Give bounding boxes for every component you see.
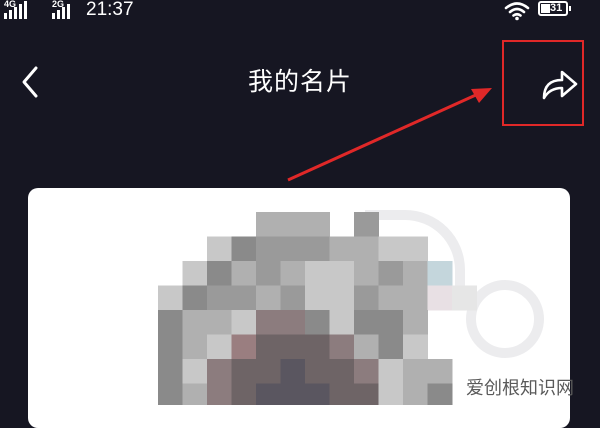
avatar-pixel xyxy=(403,334,428,360)
avatar-pixel xyxy=(231,334,257,360)
avatar-pixel xyxy=(280,212,306,237)
avatar-pixel xyxy=(305,334,330,360)
avatar-pixel xyxy=(231,236,257,262)
avatar-pixel xyxy=(231,383,257,405)
avatar-pixel xyxy=(329,310,355,335)
avatar-pixel xyxy=(403,359,428,384)
avatar-pixel xyxy=(354,310,379,335)
avatar-pixel xyxy=(256,334,281,360)
avatar-pixel xyxy=(378,359,404,384)
avatar-pixel xyxy=(256,261,281,286)
avatar-pixel xyxy=(354,383,379,405)
avatar-pixel xyxy=(280,334,306,360)
avatar-pixel xyxy=(280,236,306,262)
avatar-pixel xyxy=(329,261,355,286)
avatar-pixel xyxy=(378,383,404,405)
avatar-pixel xyxy=(403,383,428,405)
pixelated-avatar xyxy=(158,212,477,405)
avatar-pixel xyxy=(354,236,379,262)
avatar-pixel xyxy=(280,285,306,311)
avatar-pixel xyxy=(158,310,183,335)
avatar-pixel xyxy=(280,261,306,286)
avatar-pixel xyxy=(354,261,379,286)
avatar-pixel xyxy=(329,236,355,262)
avatar-pixel xyxy=(403,261,428,286)
avatar-pixel xyxy=(182,383,208,405)
avatar-pixel xyxy=(158,383,183,405)
avatar-pixel xyxy=(427,359,453,384)
avatar-pixel xyxy=(256,359,281,384)
avatar-pixel xyxy=(427,383,453,405)
avatar-pixel xyxy=(256,236,281,262)
avatar-pixel xyxy=(182,334,208,360)
avatar-pixel xyxy=(305,310,330,335)
avatar-pixel xyxy=(207,383,232,405)
avatar-pixel xyxy=(354,334,379,360)
avatar-pixel xyxy=(329,383,355,405)
avatar-pixel xyxy=(207,359,232,384)
avatar-pixel xyxy=(231,359,257,384)
avatar-pixel xyxy=(280,310,306,335)
avatar-pixel xyxy=(354,212,379,237)
avatar-pixel xyxy=(207,310,232,335)
avatar-pixel xyxy=(256,285,281,311)
avatar-pixel xyxy=(207,261,232,286)
avatar-pixel xyxy=(256,310,281,335)
avatar-pixel xyxy=(231,261,257,286)
avatar-pixel xyxy=(158,334,183,360)
avatar-pixel xyxy=(280,359,306,384)
avatar-pixel xyxy=(403,285,428,311)
avatar-pixel xyxy=(256,212,281,237)
avatar-pixel xyxy=(207,236,232,262)
avatar-pixel xyxy=(182,285,208,311)
avatar-pixel xyxy=(427,261,453,286)
avatar-pixel xyxy=(207,285,232,311)
avatar-pixel xyxy=(305,383,330,405)
avatar-pixel xyxy=(329,285,355,311)
avatar-pixel xyxy=(182,359,208,384)
avatar-pixel xyxy=(452,285,477,311)
avatar-pixel xyxy=(256,383,281,405)
avatar-pixel xyxy=(207,334,232,360)
avatar-pixel xyxy=(378,334,404,360)
avatar-pixel xyxy=(158,359,183,384)
avatar-pixel xyxy=(305,285,330,311)
avatar-pixel xyxy=(329,334,355,360)
avatar-pixel xyxy=(378,285,404,311)
avatar-pixel xyxy=(427,285,453,311)
avatar-pixel xyxy=(403,310,428,335)
avatar-pixel xyxy=(305,261,330,286)
watermark: 爱创根知识网 xyxy=(466,378,574,398)
avatar-pixel xyxy=(305,236,330,262)
avatar-pixel xyxy=(329,359,355,384)
avatar-pixel xyxy=(378,261,404,286)
avatar-pixel xyxy=(158,285,183,311)
avatar-pixel xyxy=(403,236,428,262)
avatar-pixel xyxy=(182,261,208,286)
avatar-pixel xyxy=(182,310,208,335)
avatar-pixel xyxy=(354,285,379,311)
avatar-pixel xyxy=(378,310,404,335)
avatar-pixel xyxy=(378,236,404,262)
avatar-pixel xyxy=(231,285,257,311)
avatar-pixel xyxy=(354,359,379,384)
avatar-pixel xyxy=(231,310,257,335)
avatar-pixel xyxy=(305,359,330,384)
avatar-pixel xyxy=(280,383,306,405)
avatar-pixel xyxy=(305,212,330,237)
